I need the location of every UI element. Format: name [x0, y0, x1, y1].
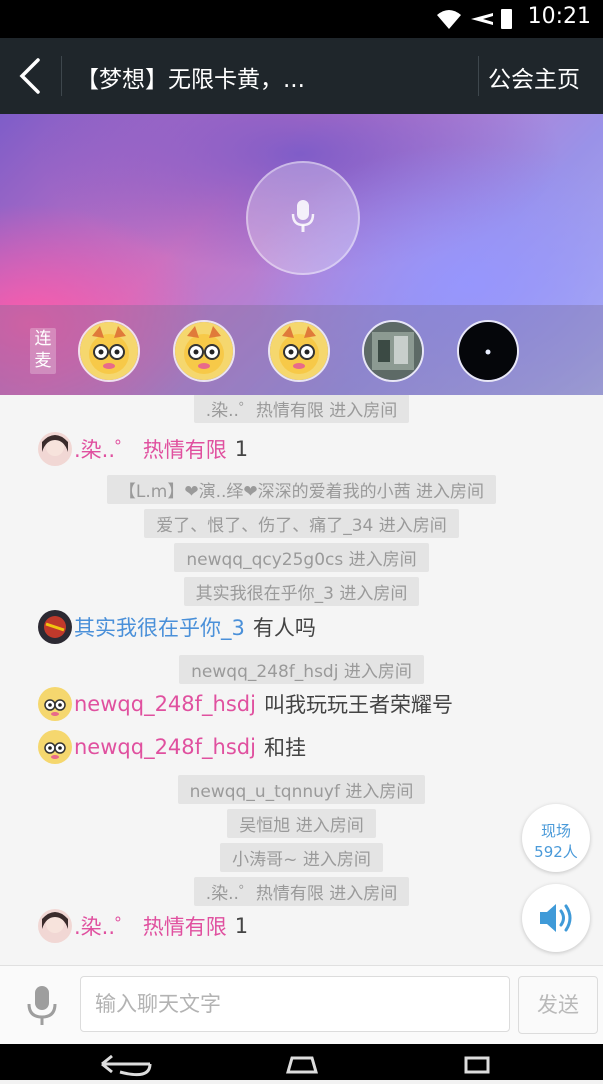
user-avatar[interactable] [38, 610, 72, 644]
room-stage: 连麦 [0, 114, 603, 395]
system-message: newqq_248f_hsdj 进入房间 [0, 655, 603, 684]
online-label: 现场 [540, 822, 571, 840]
mic-seat-avatar[interactable] [362, 320, 424, 382]
mic-seat-avatar[interactable] [457, 320, 519, 382]
chat-message: newqq_248f_hsdj 叫我玩玩王者荣耀号 [38, 686, 453, 722]
message-text: 有人吗 [252, 616, 316, 640]
speaker-icon [540, 904, 572, 932]
system-message: 吴恒旭 进入房间 [0, 809, 603, 838]
system-message: newqq_qcy25g0cs 进入房间 [0, 543, 603, 572]
back-icon [101, 1054, 152, 1077]
system-message: newqq_u_tqnnuyf 进入房间 [0, 775, 603, 804]
home-icon [286, 1056, 318, 1074]
system-message: 小涛哥~ 进入房间 [0, 843, 603, 872]
system-message: 【L.m】❤演..绎❤深深的爱着我的小茜 进入房间 [0, 475, 603, 504]
mic-seat-avatar[interactable] [268, 320, 330, 382]
divider [478, 56, 479, 96]
user-avatar[interactable] [38, 432, 72, 466]
sender-name[interactable]: .染..゜ 热情有限 [74, 911, 227, 941]
message-text: 1 [234, 914, 249, 938]
system-message: 其实我很在乎你_3 进入房间 [0, 577, 603, 606]
status-bar: 10:21 [0, 0, 603, 38]
chat-list[interactable]: .染..゜热情有限 进入房间 .染..゜ 热情有限 1 【L.m】❤演..绎❤深… [0, 395, 603, 965]
mic-seat-bar: 连麦 [0, 305, 603, 395]
sender-name[interactable]: newqq_248f_hsdj [74, 735, 256, 759]
clock: 10:21 [527, 4, 591, 29]
back-arrow-icon [19, 58, 40, 94]
wifi-airplane-battery-icon [437, 9, 512, 29]
microphone-icon [27, 986, 57, 1025]
chat-input-bar: 发送 [0, 965, 603, 1045]
sender-name[interactable]: 其实我很在乎你_3 [74, 612, 245, 642]
send-button[interactable]: 发送 [518, 976, 598, 1034]
recents-icon [464, 1056, 490, 1074]
sender-name[interactable]: newqq_248f_hsdj [74, 692, 256, 716]
online-count-button[interactable]: 现场 592人 [522, 804, 590, 872]
online-count: 592人 [534, 843, 578, 861]
chat-message: .染..゜ 热情有限 1 [38, 908, 248, 944]
guild-home-button[interactable]: 公会主页 [488, 60, 580, 94]
room-title: 【梦想】无限卡黄，... [76, 67, 305, 93]
sender-name[interactable]: .染..゜ 热情有限 [74, 434, 227, 464]
host-mic-button[interactable] [246, 161, 360, 275]
chat-input[interactable] [80, 976, 510, 1032]
microphone-icon [291, 200, 315, 232]
message-text: 叫我玩玩王者荣耀号 [263, 693, 453, 717]
mic-seat-avatar[interactable] [78, 320, 140, 382]
status-icons [435, 7, 515, 35]
user-avatar[interactable] [38, 687, 72, 721]
user-avatar[interactable] [38, 909, 72, 943]
chat-message: .染..゜ 热情有限 1 [38, 431, 248, 467]
message-text: 和挂 [263, 736, 306, 760]
divider [61, 56, 62, 96]
message-text: 1 [234, 437, 249, 461]
system-message: .染..゜热情有限 进入房间 [0, 877, 603, 906]
lianmai-label: 连麦 [30, 328, 56, 374]
system-message: 爱了、恨了、伤了、痛了_34 进入房间 [0, 509, 603, 538]
chat-message: newqq_248f_hsdj 和挂 [38, 729, 306, 765]
navigation-bar [0, 1044, 603, 1080]
mic-seat-avatar[interactable] [173, 320, 235, 382]
back-button[interactable] [0, 38, 60, 114]
user-avatar[interactable] [38, 730, 72, 764]
system-message: .染..゜热情有限 进入房间 [0, 395, 603, 423]
chat-message: 其实我很在乎你_3 有人吗 [38, 609, 316, 645]
voice-input-button[interactable] [24, 984, 60, 1028]
top-bar: 【梦想】无限卡黄，... 公会主页 [0, 38, 603, 114]
speaker-toggle-button[interactable] [522, 884, 590, 952]
